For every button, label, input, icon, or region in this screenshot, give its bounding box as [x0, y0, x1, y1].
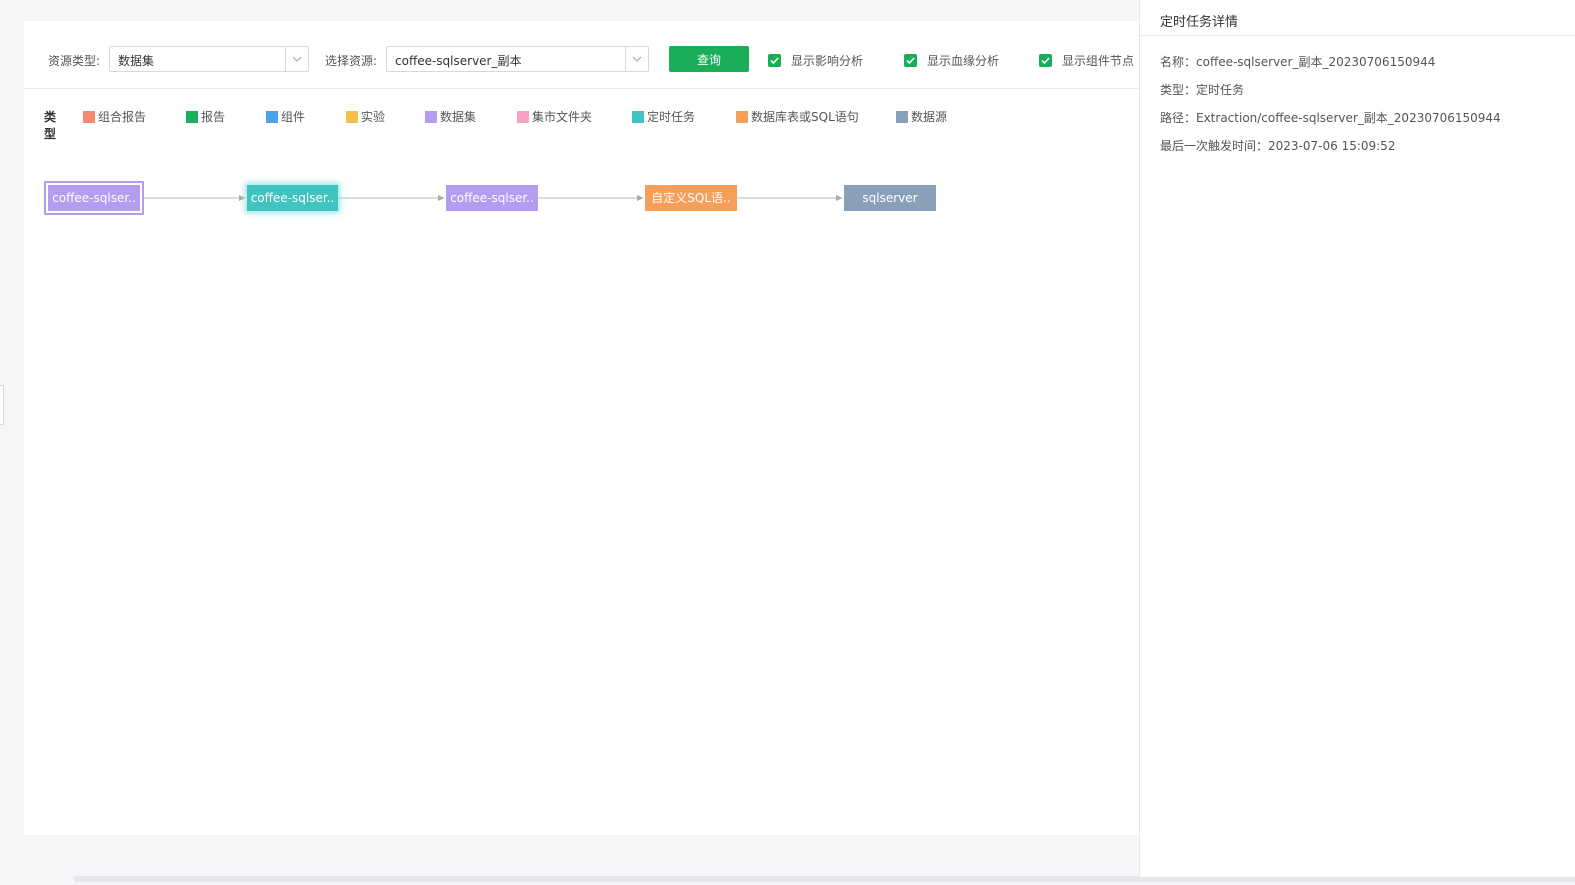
- legend-item-label: 数据集: [440, 110, 477, 124]
- detail-type: 类型：定时任务: [1160, 83, 1245, 97]
- detail-name: 名称：coffee-sqlserver_副本_20230706150944: [1160, 55, 1436, 69]
- legend-item-report[interactable]: 报告: [186, 108, 225, 125]
- legend-item-dataset[interactable]: 数据集: [425, 108, 476, 125]
- graph-node[interactable]: sqlserver: [844, 185, 936, 211]
- resource-type-value: 数据集: [118, 54, 155, 68]
- task-detail-panel: 定时任务详情 名称：coffee-sqlserver_副本_2023070615…: [1139, 0, 1575, 877]
- checkmark-icon[interactable]: [768, 54, 781, 67]
- resource-type-select[interactable]: 数据集: [109, 46, 309, 72]
- legend-item-label: 定时任务: [647, 110, 696, 124]
- legend-item-label: 实验: [361, 110, 386, 124]
- panel-title: 定时任务详情: [1160, 15, 1239, 30]
- checkbox-label: 显示影响分析: [791, 54, 864, 68]
- edges-layer: [144, 195, 843, 201]
- legend-item-label: 数据源: [911, 110, 948, 124]
- checkmark-icon[interactable]: [1039, 54, 1052, 67]
- legend-item-label: 数据库表或SQL语句: [751, 110, 859, 124]
- filter-toolbar: 资源类型: 数据集 选择资源: coffee-sqlserver_副本 查询 显…: [24, 21, 1140, 89]
- checkbox-label: 显示血缘分析: [927, 54, 1000, 68]
- color-swatch: [425, 110, 437, 123]
- checkbox-label: 显示组件节点: [1062, 54, 1135, 68]
- chevron-down-icon[interactable]: [625, 47, 648, 71]
- checkmark-icon[interactable]: [904, 54, 917, 67]
- query-button[interactable]: 查询: [669, 46, 749, 72]
- color-swatch: [266, 110, 278, 123]
- panel-header: 定时任务详情: [1140, 0, 1575, 36]
- graph-node[interactable]: coffee-sqlser..: [446, 185, 538, 211]
- color-swatch: [632, 110, 644, 123]
- legend-item-db-table-or-sql[interactable]: 数据库表或SQL语句: [736, 108, 859, 125]
- lineage-graph: coffee-sqlser.. coffee-sqlser.. coffee-s…: [24, 171, 1140, 231]
- legend-item-mart-folder[interactable]: 集市文件夹: [517, 108, 592, 125]
- legend-item-label: 集市文件夹: [532, 110, 593, 124]
- legend-title: 类型: [44, 110, 57, 141]
- select-resource-value: coffee-sqlserver_副本: [395, 54, 522, 68]
- lineage-main-card: 资源类型: 数据集 选择资源: coffee-sqlserver_副本 查询 显…: [24, 21, 1140, 835]
- graph-node[interactable]: coffee-sqlser..: [247, 185, 338, 211]
- color-swatch: [346, 110, 358, 123]
- legend-item-scheduled-task[interactable]: 定时任务: [632, 108, 695, 125]
- sidebar-collapse-handle[interactable]: [0, 385, 4, 425]
- legend-item-component[interactable]: 组件: [266, 108, 305, 125]
- select-resource-select[interactable]: coffee-sqlserver_副本: [386, 46, 649, 72]
- graph-node[interactable]: coffee-sqlser..: [44, 181, 144, 215]
- select-resource-label: 选择资源:: [325, 54, 378, 68]
- color-swatch: [83, 110, 95, 123]
- legend-item-combined-report[interactable]: 组合报告: [83, 108, 146, 125]
- legend-item-label: 报告: [201, 110, 226, 124]
- color-swatch: [517, 110, 529, 123]
- color-swatch: [186, 110, 198, 123]
- show-impact-analysis-checkbox[interactable]: 显示影响分析: [768, 52, 863, 69]
- legend-item-label: 组合报告: [98, 110, 147, 124]
- chevron-down-icon[interactable]: [285, 47, 308, 71]
- detail-path: 路径：Extraction/coffee-sqlserver_副本_202307…: [1160, 111, 1501, 125]
- graph-node[interactable]: 自定义SQL语..: [645, 185, 737, 211]
- show-component-nodes-checkbox[interactable]: 显示组件节点: [1039, 52, 1134, 69]
- color-swatch: [896, 110, 908, 123]
- legend-item-label: 组件: [281, 110, 306, 124]
- legend-item-datasource[interactable]: 数据源: [896, 108, 947, 125]
- color-swatch: [736, 110, 748, 123]
- detail-last-trigger: 最后一次触发时间：2023-07-06 15:09:52: [1160, 139, 1396, 153]
- resource-type-label: 资源类型:: [48, 54, 101, 68]
- legend-item-experiment[interactable]: 实验: [346, 108, 385, 125]
- show-lineage-analysis-checkbox[interactable]: 显示血缘分析: [904, 52, 999, 69]
